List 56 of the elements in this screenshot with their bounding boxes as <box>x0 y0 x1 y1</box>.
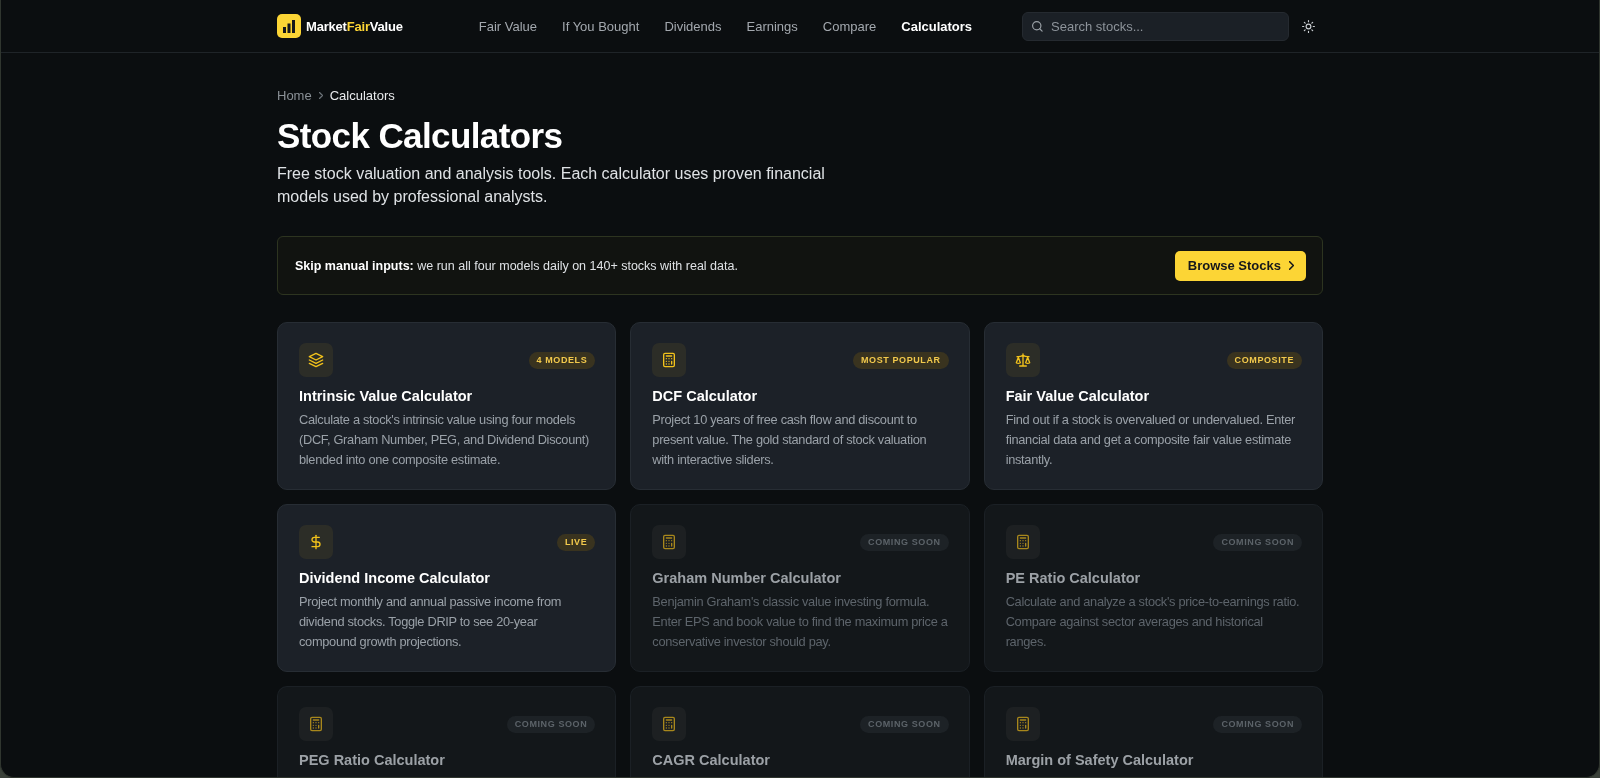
calculator-icon <box>652 343 687 377</box>
card-title: DCF Calculator <box>652 387 759 406</box>
card-description: Project monthly and annual passive income from dividend stocks. Toggle DRIP to see 20-year compound growth projections. <box>299 593 563 651</box>
nav-link[interactable]: Calculators <box>901 18 973 34</box>
card-description: Project 10 years of free cash flow and discount to present value. The gold standard of stock valuation with interactive sliders. <box>652 411 928 469</box>
breadcrumb-current: Calculators <box>329 87 395 103</box>
status-badge: COMING SOON <box>860 533 949 551</box>
status-badge: COMING SOON <box>860 715 949 733</box>
scale-icon <box>1005 343 1040 377</box>
calculator-icon <box>652 707 687 741</box>
status-badge: COMING SOON <box>1213 715 1302 733</box>
nav-link[interactable]: Earnings <box>746 18 798 34</box>
status-badge: COMING SOON <box>506 715 596 733</box>
calculator-icon <box>299 707 333 741</box>
nav-link[interactable]: Dividends <box>664 18 722 34</box>
banner-text: Skip manual inputs: we run all four models daily on 140+ stocks with real data. <box>295 258 738 273</box>
calculator-card[interactable]: LIVE Dividend Income Calculator Project monthly and annual passive income from dividend stocks. Toggle DRIP to see 20-year compound growth projections. <box>277 504 617 672</box>
status-badge: MOST POPULAR <box>852 351 949 369</box>
nav-link[interactable]: Compare <box>822 18 877 34</box>
calculator-card[interactable]: 4 MODELS Intrinsic Value Calculator Calculate a stock's intrinsic value using four models (DCF, Graham Number, PEG, and Dividend Discount) blended into one composite estimate. <box>277 322 617 490</box>
nav-link[interactable]: Fair Value <box>478 18 538 34</box>
calculator-icon <box>1005 707 1040 741</box>
card-description: Calculate a stock's intrinsic value using four models (DCF, Graham Number, PEG, and Dividend Discount) blended into one composite estimate. <box>299 411 590 469</box>
card-title: Margin of Safety Calculator <box>1005 751 1195 770</box>
status-badge: COMING SOON <box>1213 533 1302 551</box>
status-badge: 4 MODELS <box>528 351 596 369</box>
card-title: CAGR Calculator <box>652 751 771 770</box>
card-description: Calculate and analyze a stock's price-to-earnings ratio. Compare against sector averages and historical ranges. <box>1005 593 1301 651</box>
page-subtitle: Free stock valuation and analysis tools. Each calculator uses proven financial models used by professional analysts. <box>277 164 826 207</box>
page-title: Stock Calculators <box>277 115 564 157</box>
chevron-right-icon <box>318 91 323 99</box>
breadcrumb-link[interactable]: Home <box>277 87 312 103</box>
nav-link[interactable]: If You Bought <box>562 18 640 34</box>
card-description: Find out if a stock is overvalued or undervalued. Enter financial data and get a composite fair value estimate instantly. <box>1005 411 1297 469</box>
card-title: Fair Value Calculator <box>1005 387 1151 406</box>
calculator-icon <box>652 525 687 559</box>
calculator-icon <box>1005 525 1040 559</box>
sun-icon[interactable] <box>1302 19 1315 33</box>
calculator-card[interactable]: MOST POPULAR DCF Calculator Project 10 years of free cash flow and discount to present value. The gold standard of stock valuation with interactive sliders. <box>630 322 970 490</box>
card-title: PE Ratio Calculator <box>1005 569 1142 588</box>
layers-icon <box>299 343 333 377</box>
status-badge: LIVE <box>556 533 596 551</box>
card-title: Graham Number Calculator <box>652 569 842 588</box>
logo-text[interactable]: MarketFairValue <box>306 18 403 34</box>
browse-stocks-button[interactable]: Browse Stocks <box>1174 250 1306 281</box>
dollar-icon <box>299 525 333 559</box>
card-description: Benjamin Graham's classic value investing formula. Enter EPS and book value to find the maximum price a conservative investor should pay. <box>652 593 949 651</box>
calculator-card[interactable]: COMPOSITE Fair Value Calculator Find out if a stock is overvalued or undervalued. Enter financial data and get a composite fair value estimate instantly. <box>983 322 1323 490</box>
search-field[interactable]: Search stocks... <box>1022 11 1289 41</box>
card-title: Dividend Income Calculator <box>299 569 491 588</box>
status-badge: COMPOSITE <box>1226 351 1302 369</box>
card-title: PEG Ratio Calculator <box>299 751 446 770</box>
chevron-right-icon <box>1289 261 1294 270</box>
logo-icon[interactable] <box>277 14 301 38</box>
card-title: Intrinsic Value Calculator <box>299 387 474 406</box>
search-icon <box>1032 20 1043 32</box>
